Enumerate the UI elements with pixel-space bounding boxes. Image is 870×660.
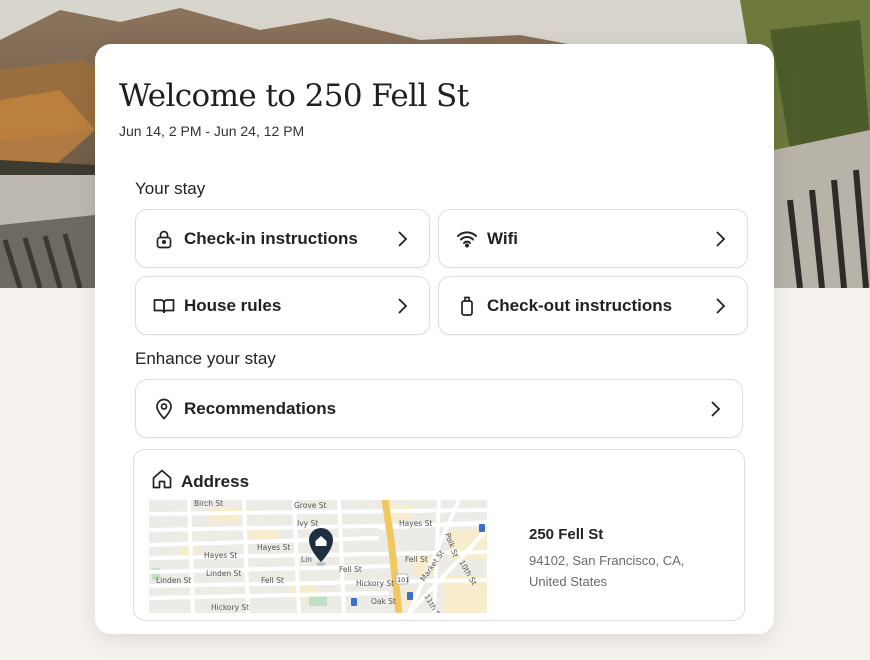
- check-in-instructions-label: Check-in instructions: [184, 228, 358, 248]
- check-out-instructions-button[interactable]: Check-out instructions: [438, 276, 748, 335]
- map-label-hickory-st-west: Hickory St: [211, 603, 249, 612]
- map-label-hickory-st-east: Hickory St: [356, 579, 394, 588]
- welcome-card: Welcome to 250 Fell St Jun 14, 2 PM - Ju…: [95, 44, 774, 634]
- enhance-your-stay-heading: Enhance your stay: [135, 349, 276, 368]
- wifi-button[interactable]: Wifi: [438, 209, 748, 268]
- luggage-icon: [455, 294, 479, 318]
- map-label-fell-st-mid: Fell St: [339, 565, 362, 574]
- address-heading: Address: [181, 471, 250, 491]
- page-title: Welcome to 250 Fell St: [119, 78, 469, 114]
- wifi-label: Wifi: [487, 228, 519, 248]
- map-label-hayes-st-west: Hayes St: [204, 551, 237, 560]
- chevron-right-icon: [393, 296, 413, 316]
- wifi-icon: [455, 227, 479, 251]
- map-label-grove-st: Grove St: [294, 501, 327, 510]
- lock-icon: [152, 227, 176, 251]
- check-in-instructions-button[interactable]: Check-in instructions: [135, 209, 430, 268]
- location-pin-icon: [152, 397, 176, 421]
- map-label-linden-st-mid: Linden St: [206, 569, 241, 578]
- map-label-fell-st-east: Fell St: [405, 555, 428, 564]
- map-label-birch-st: Birch St: [194, 500, 223, 508]
- book-icon: [152, 294, 176, 318]
- chevron-right-icon: [393, 229, 413, 249]
- chevron-right-icon: [711, 296, 731, 316]
- home-icon: [151, 468, 173, 495]
- chevron-right-icon: [711, 229, 731, 249]
- recommendations-label: Recommendations: [184, 398, 337, 418]
- map-label-fell-st-west: Fell St: [261, 576, 284, 585]
- address-card[interactable]: Address 101 Birch St Grove St Ivy St Hay…: [133, 449, 745, 621]
- chevron-right-icon: [706, 399, 726, 419]
- stay-dates: Jun 14, 2 PM - Jun 24, 12 PM: [119, 123, 305, 139]
- map-label-linden-st-west: Linden St: [156, 576, 191, 585]
- map-label-hayes-st-mid: Hayes St: [257, 543, 290, 552]
- house-rules-button[interactable]: House rules: [135, 276, 430, 335]
- map-label-101: 101: [397, 576, 409, 584]
- house-rules-label: House rules: [184, 295, 282, 315]
- check-out-instructions-label: Check-out instructions: [487, 295, 673, 315]
- your-stay-heading: Your stay: [135, 179, 206, 198]
- map-label-lin: Lin: [301, 555, 312, 564]
- recommendations-button[interactable]: Recommendations: [135, 379, 743, 438]
- address-map[interactable]: 101 Birch St Grove St Ivy St Hayes St Ha…: [149, 500, 487, 613]
- map-label-ivy-st: Ivy St: [297, 519, 318, 528]
- map-label-hayes-st-east: Hayes St: [399, 519, 432, 528]
- address-street: 250 Fell St: [529, 526, 604, 543]
- map-label-oak-st: Oak St: [371, 597, 396, 606]
- address-city-line: 94102, San Francisco, CA, United States: [529, 553, 685, 589]
